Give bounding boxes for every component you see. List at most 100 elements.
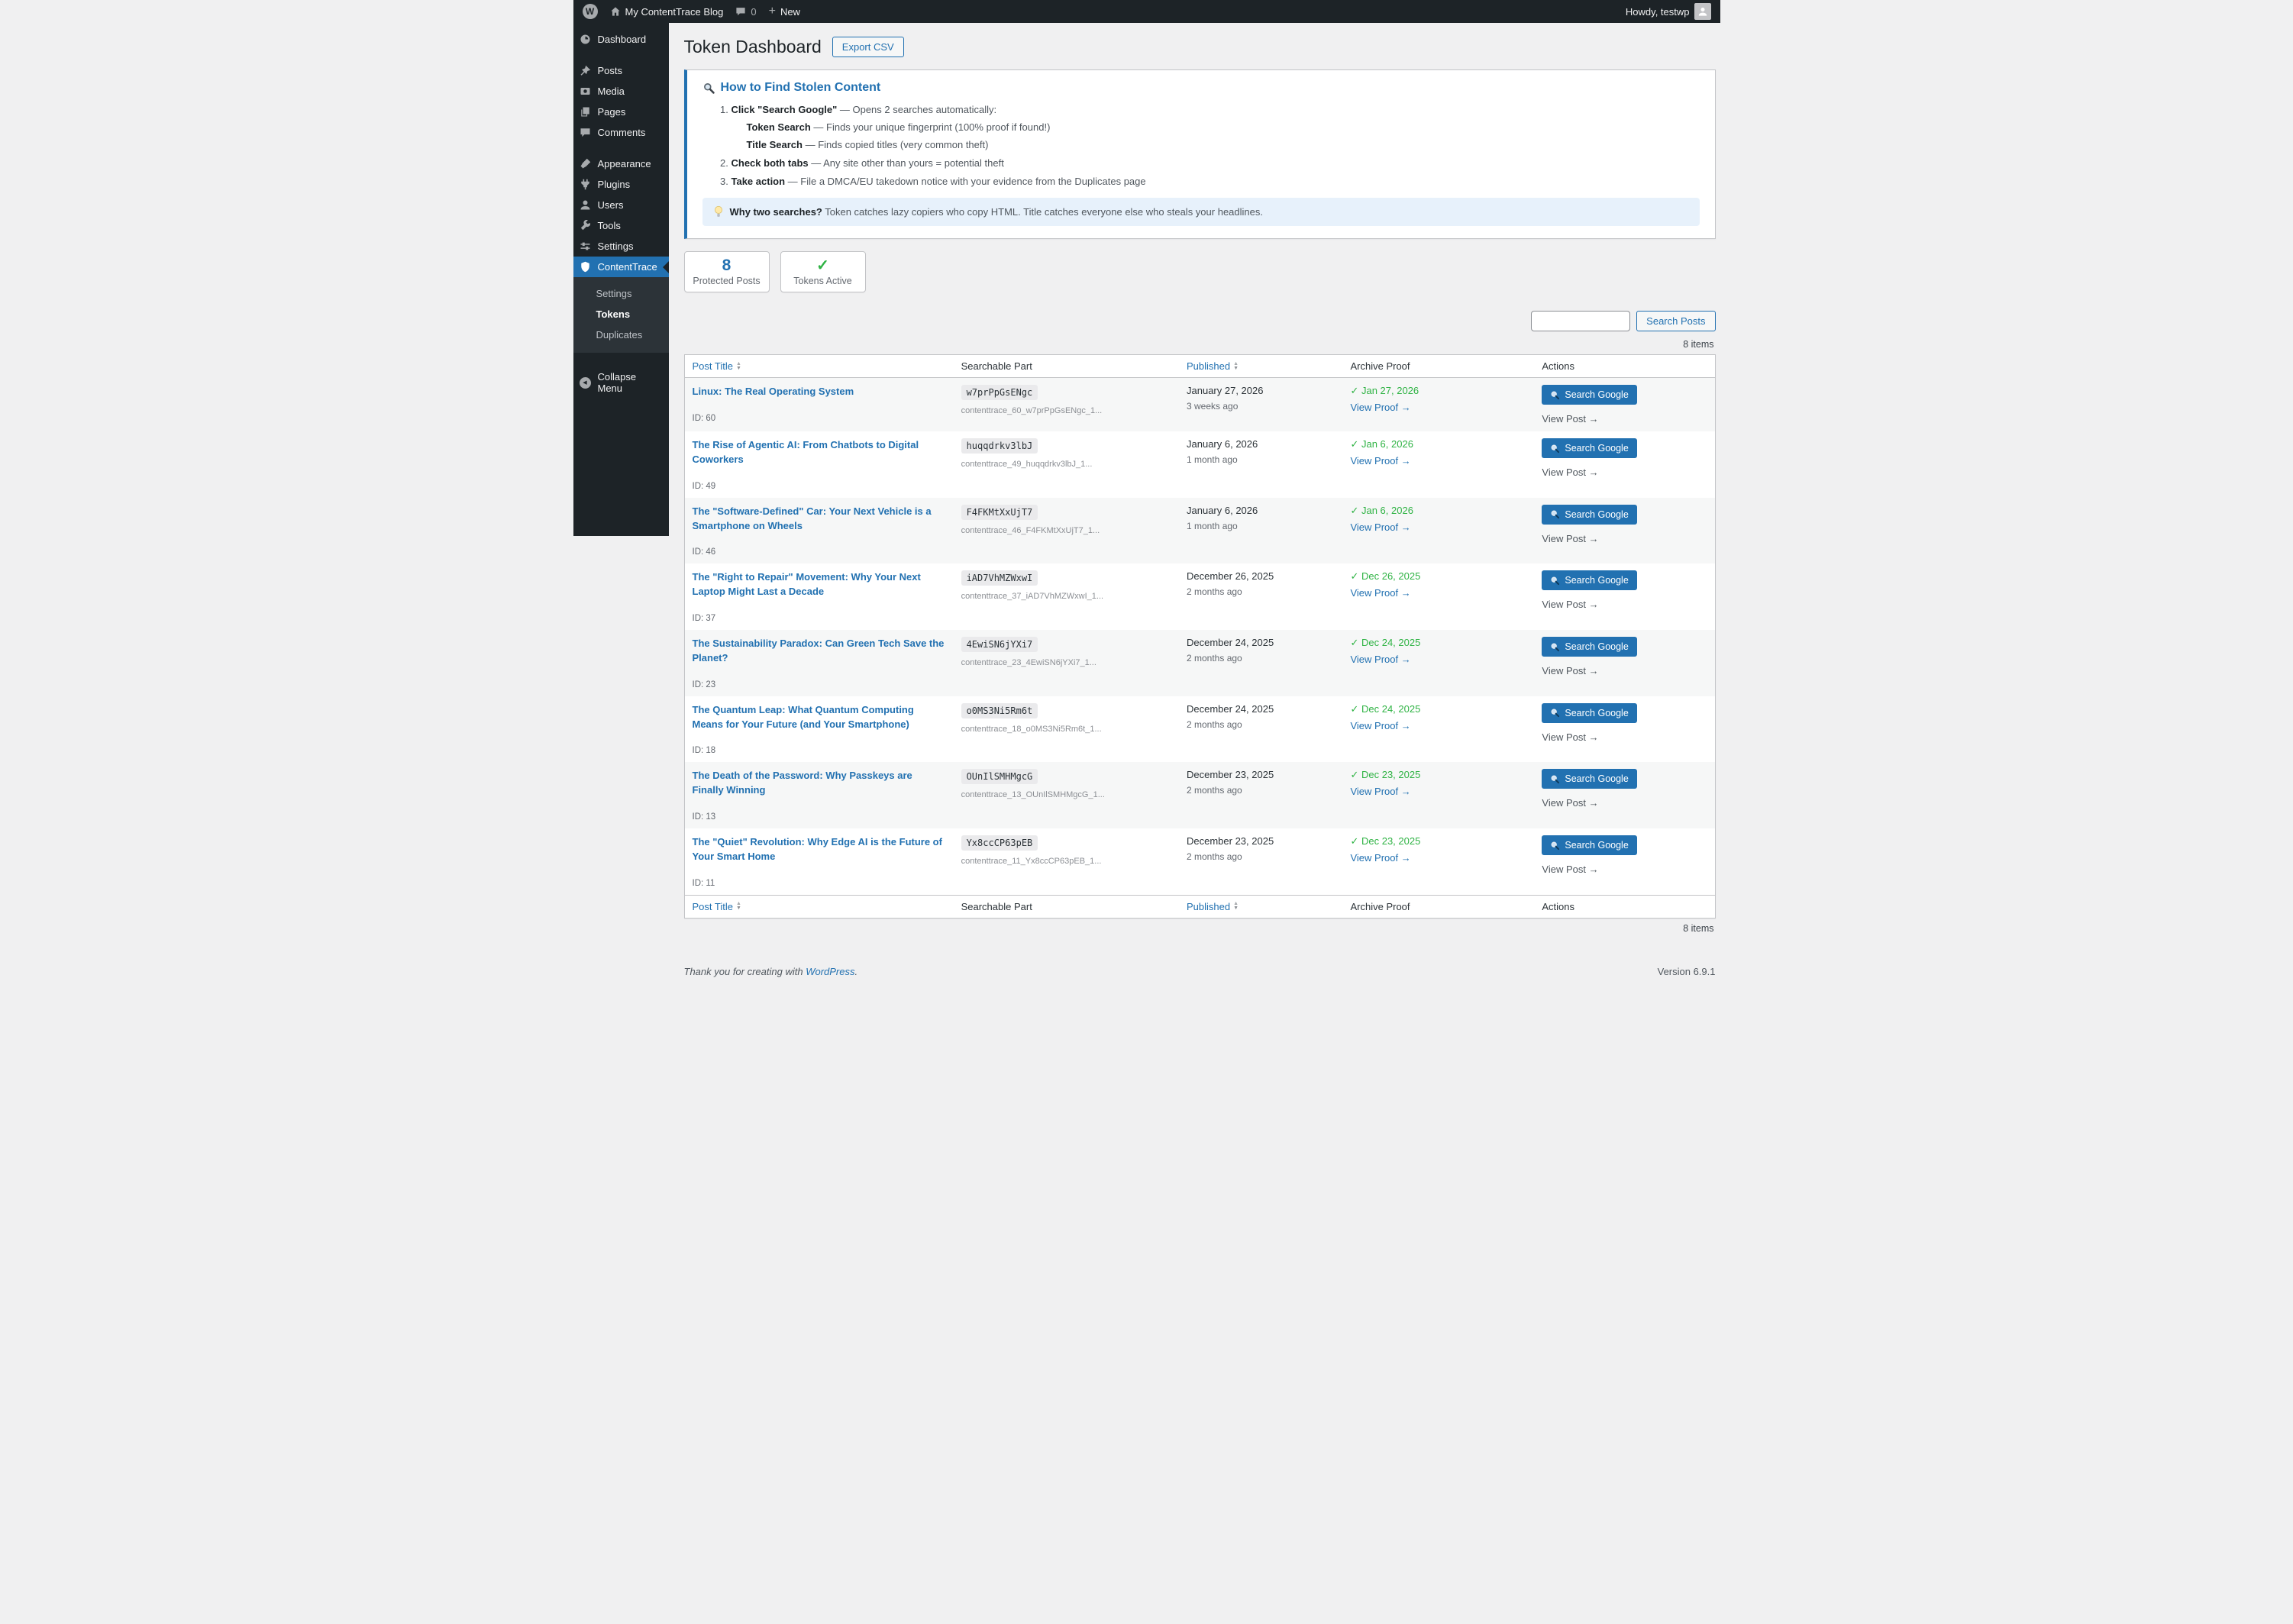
sort-arrows-icon: ▲ ▼ — [1233, 901, 1239, 912]
search-google-button[interactable]: Search Google — [1542, 504, 1637, 525]
sidebar-item-tools[interactable]: Tools — [573, 215, 669, 236]
actions-cell: Search Google View Post → — [1534, 563, 1714, 630]
search-posts-input[interactable] — [1531, 311, 1631, 331]
view-post-link[interactable]: View Post → — [1542, 413, 1598, 425]
search-google-button[interactable]: Search Google — [1542, 769, 1637, 789]
page-title: Token Dashboard — [683, 37, 822, 57]
published-date: January 27, 2026 — [1187, 385, 1264, 396]
view-post-link[interactable]: View Post → — [1542, 467, 1598, 478]
comments-count: 0 — [751, 5, 757, 18]
sidebar-item-dashboard[interactable]: Dashboard — [573, 29, 669, 50]
search-google-button[interactable]: Search Google — [1542, 570, 1637, 591]
column-post-title[interactable]: Post Title ▲ ▼ — [685, 355, 954, 377]
sidebar-item-appearance[interactable]: Appearance — [573, 153, 669, 174]
sidebar-item-settings[interactable]: Settings — [573, 236, 669, 257]
sidebar-item-contenttrace[interactable]: ContentTrace — [573, 257, 669, 277]
sidebar-item-pages[interactable]: Pages — [573, 102, 669, 122]
post-title-link[interactable]: The Death of the Password: Why Passkeys … — [693, 769, 946, 798]
view-proof-link[interactable]: View Proof → — [1350, 852, 1410, 864]
token-code: F4FKMtXxUjT7 — [961, 504, 1038, 520]
post-id: ID: 37 — [692, 614, 716, 624]
post-title-link[interactable]: The Rise of Agentic AI: From Chatbots to… — [693, 438, 946, 467]
view-post-link[interactable]: View Post → — [1542, 665, 1598, 676]
token-code: huqqdrkv3lbJ — [961, 438, 1038, 454]
table-row: Linux: The Real Operating System ID: 60 … — [684, 378, 1715, 431]
sidebar-item-plugins[interactable]: Plugins — [573, 174, 669, 195]
published-ago: 2 months ago — [1187, 851, 1242, 863]
post-title-link[interactable]: The Quantum Leap: What Quantum Computing… — [693, 703, 946, 732]
post-title-cell: Linux: The Real Operating System ID: 60 — [685, 378, 954, 431]
posts-icon — [580, 65, 592, 76]
view-proof-link[interactable]: View Proof → — [1350, 587, 1410, 599]
howdy-account-link[interactable]: Howdy, testwp — [1626, 3, 1711, 20]
submenu-item-duplicates[interactable]: Duplicates — [573, 324, 669, 345]
tools-icon — [580, 220, 592, 231]
protected-posts-count: 8 — [722, 257, 731, 274]
page-footer: Thank you for creating with WordPress. V… — [684, 966, 1716, 977]
collapse-menu-label: Collapse Menu — [597, 371, 637, 394]
token-code: w7prPpGsENgc — [961, 385, 1038, 400]
view-proof-link[interactable]: View Proof → — [1350, 402, 1410, 413]
post-id: ID: 60 — [692, 413, 716, 423]
search-google-button[interactable]: Search Google — [1542, 637, 1637, 657]
export-csv-button[interactable]: Export CSV — [832, 37, 904, 57]
protected-posts-card: 8 Protected Posts — [683, 251, 770, 292]
view-proof-link[interactable]: View Proof → — [1350, 654, 1410, 665]
sidebar-item-comments[interactable]: Comments — [573, 122, 669, 143]
post-title-link[interactable]: Linux: The Real Operating System — [693, 385, 854, 399]
view-post-link[interactable]: View Post → — [1542, 731, 1598, 743]
site-name-link[interactable]: My ContentTrace Blog — [610, 5, 724, 18]
collapse-menu-button[interactable]: ◀ Collapse Menu — [573, 366, 669, 399]
new-content-button[interactable]: + New — [769, 5, 800, 18]
archive-proof-date: ✓ Dec 23, 2025 — [1350, 835, 1421, 848]
submenu-item-settings[interactable]: Settings — [573, 283, 669, 304]
column-published[interactable]: Published ▲ ▼ — [1179, 896, 1342, 918]
magnifier-icon — [702, 82, 715, 95]
collapse-arrow-icon: ◀ — [579, 376, 592, 389]
post-title-link[interactable]: The "Right to Repair" Movement: Why Your… — [693, 570, 946, 599]
search-google-button[interactable]: Search Google — [1542, 702, 1637, 723]
howto-substep-token: Token Search — Finds your unique fingerp… — [746, 121, 1051, 133]
wordpress-logo-icon[interactable]: W — [582, 4, 598, 19]
view-post-link[interactable]: View Post → — [1542, 797, 1598, 809]
table-row: The "Right to Repair" Movement: Why Your… — [685, 563, 1715, 630]
column-post-title[interactable]: Post Title ▲ ▼ — [685, 896, 954, 918]
sidebar-item-media[interactable]: Media — [573, 81, 669, 102]
post-title-link[interactable]: The "Quiet" Revolution: Why Edge AI is t… — [693, 835, 946, 864]
pages-icon — [580, 106, 592, 118]
post-id: ID: 18 — [692, 746, 716, 756]
view-post-link[interactable]: View Post → — [1542, 533, 1598, 544]
post-title-link[interactable]: The Sustainability Paradox: Can Green Te… — [693, 637, 946, 666]
sidebar-item-posts[interactable]: Posts — [573, 60, 669, 81]
site-name: My ContentTrace Blog — [625, 5, 724, 18]
column-published[interactable]: Published ▲ ▼ — [1179, 355, 1342, 377]
submenu-item-tokens[interactable]: Tokens — [573, 304, 669, 324]
published-cell: January 6, 2026 1 month ago — [1179, 498, 1342, 564]
view-proof-link[interactable]: View Proof → — [1350, 786, 1410, 797]
admin-bar-comments[interactable]: 0 — [735, 5, 757, 18]
view-proof-link[interactable]: View Proof → — [1350, 521, 1410, 533]
search-posts-button[interactable]: Search Posts — [1636, 311, 1716, 331]
token-slug: contenttrace_11_Yx8ccCP63pEB_1... — [961, 857, 1102, 867]
searchable-part-cell: o0MS3Ni5Rm6t contenttrace_18_o0MS3Ni5Rm6… — [954, 696, 1179, 763]
published-date: January 6, 2026 — [1187, 438, 1258, 450]
wordpress-link[interactable]: WordPress — [806, 966, 854, 977]
tip-box: Why two searches? Token catches lazy cop… — [702, 198, 1700, 226]
published-date: December 24, 2025 — [1187, 637, 1274, 649]
sidebar-item-users[interactable]: Users — [573, 195, 669, 215]
search-google-button[interactable]: Search Google — [1542, 438, 1637, 458]
view-post-link[interactable]: View Post → — [1542, 864, 1598, 875]
view-post-link[interactable]: View Post → — [1542, 599, 1598, 610]
shield-icon — [580, 261, 592, 273]
actions-cell: Search Google View Post → — [1534, 431, 1714, 498]
view-proof-link[interactable]: View Proof → — [1350, 720, 1410, 731]
search-google-button[interactable]: Search Google — [1542, 835, 1637, 856]
post-title-link[interactable]: The "Software-Defined" Car: Your Next Ve… — [693, 505, 946, 534]
search-icon — [1550, 390, 1560, 400]
items-count-bottom: 8 items — [1683, 922, 1714, 934]
published-cell: December 24, 2025 2 months ago — [1179, 696, 1342, 763]
users-icon — [580, 199, 592, 211]
search-google-button[interactable]: Search Google — [1542, 385, 1637, 405]
published-date: January 6, 2026 — [1187, 504, 1258, 516]
view-proof-link[interactable]: View Proof → — [1350, 455, 1410, 467]
